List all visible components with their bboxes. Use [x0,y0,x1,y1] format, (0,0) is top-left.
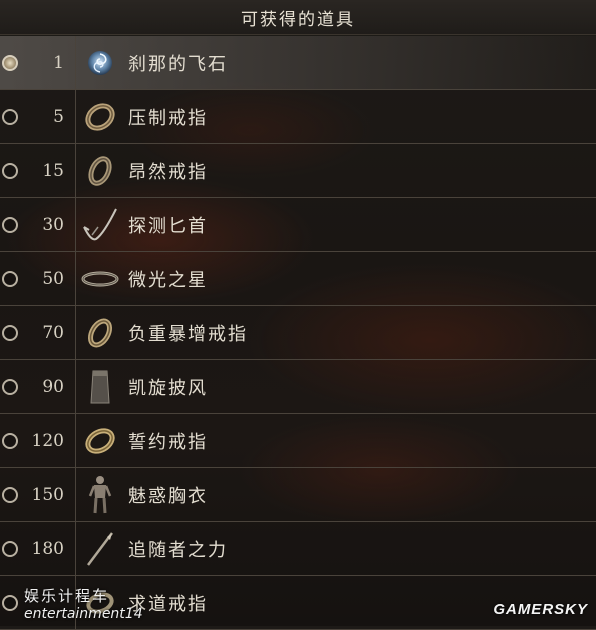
radio-button[interactable] [2,540,18,557]
item-cost: 120 [31,430,64,451]
list-item-6[interactable]: 90 凯旋披风 [0,360,596,414]
item-name: 誓约戒指 [128,431,208,453]
item-cost: 180 [31,538,64,559]
item-name: 昂然戒指 [128,161,208,183]
list-item-9[interactable]: 180 追随者之力 [0,522,596,576]
list-item-5[interactable]: 70 负重暴增戒指 [0,306,596,360]
divider [75,360,76,413]
item-name: 刹那的飞石 [128,53,228,75]
radio-button[interactable] [2,108,18,125]
radio-button[interactable] [2,378,18,395]
item-list: 1 刹那的飞石 5 压制戒指 15 昂然戒指 30 探测匕首 50 微光之星 7… [0,36,596,630]
item-name: 微光之星 [128,269,208,291]
divider [75,252,76,305]
radio-button[interactable] [2,162,18,179]
item-name: 探测匕首 [128,215,208,237]
list-item-7[interactable]: 120 誓约戒指 [0,414,596,468]
list-item-1[interactable]: 5 压制戒指 [0,90,596,144]
list-item-3[interactable]: 30 探测匕首 [0,198,596,252]
list-item-0[interactable]: 1 刹那的飞石 [0,36,596,90]
ring-icon [80,97,120,137]
swirl-stone-icon [80,43,120,83]
spear-icon [80,529,120,569]
radio-button[interactable] [2,54,18,71]
item-cost: 90 [42,376,64,397]
watermark-cn: 娱乐计程车 [24,587,110,605]
list-item-2[interactable]: 15 昂然戒指 [0,144,596,198]
item-cost: 1 [53,52,64,73]
armor-figure-icon [80,475,120,515]
page-title: 可获得的道具 [241,9,355,30]
divider [75,90,76,143]
item-name: 魅惑胸衣 [128,485,208,507]
item-cost: 70 [42,322,64,343]
radio-button[interactable] [2,216,18,233]
ring-icon [80,313,120,353]
divider [75,306,76,359]
item-name: 追随者之力 [128,539,228,561]
item-cost: 15 [42,160,64,181]
item-name: 凯旋披风 [128,377,208,399]
item-cost: 30 [42,214,64,235]
watermark-en: entertainment14 [24,606,143,622]
ring-icon [80,151,120,191]
item-cost: 50 [42,268,64,289]
item-cost: 5 [53,106,64,127]
divider [75,468,76,521]
list-item-4[interactable]: 50 微光之星 [0,252,596,306]
circlet-icon [80,259,120,299]
item-name: 压制戒指 [128,107,208,129]
radio-button[interactable] [2,270,18,287]
item-cost: 150 [31,484,64,505]
item-name: 负重暴增戒指 [128,323,248,345]
radio-button[interactable] [2,432,18,449]
divider [75,522,76,575]
dagger-icon [80,205,120,245]
divider [75,144,76,197]
radio-button[interactable] [2,594,18,611]
list-item-8[interactable]: 150 魅惑胸衣 [0,468,596,522]
divider [75,36,76,89]
divider [75,198,76,251]
title-bar: 可获得的道具 [0,0,596,35]
watermark-right: GAMERSKY [493,601,588,618]
ring-icon [80,421,120,461]
divider [75,414,76,467]
cloak-icon [80,367,120,407]
radio-button[interactable] [2,486,18,503]
radio-button[interactable] [2,324,18,341]
watermark-left: 娱乐计程车 entertainment14 [24,585,143,622]
